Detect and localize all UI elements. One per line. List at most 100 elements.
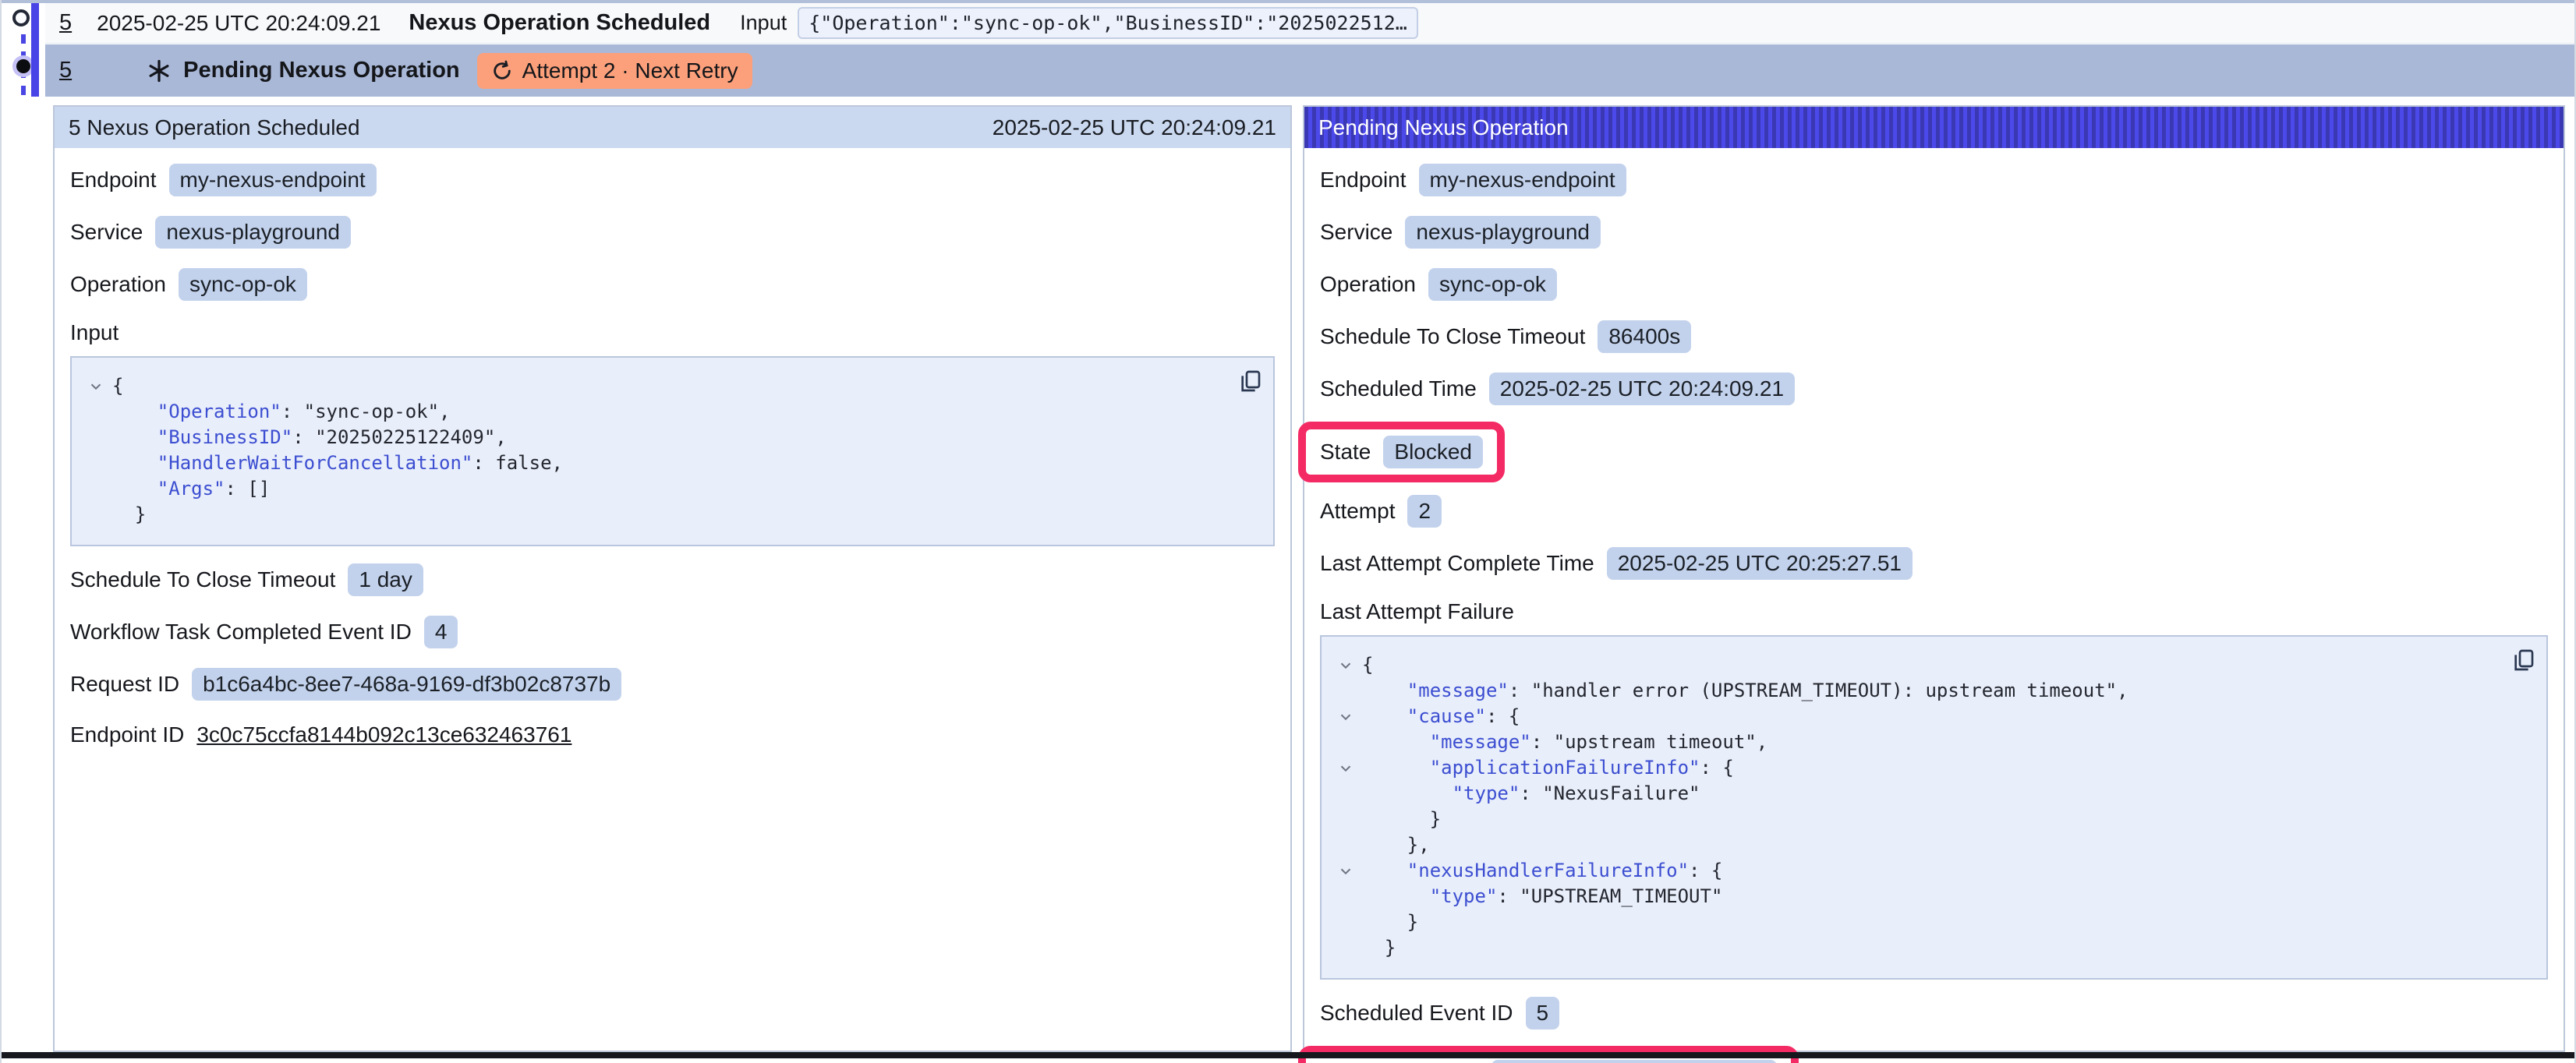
event-timestamp: 2025-02-25 UTC 20:24:09.21 bbox=[97, 11, 380, 36]
history-row-scheduled[interactable]: 5 2025-02-25 UTC 20:24:09.21 Nexus Opera… bbox=[45, 3, 2576, 44]
field-value-badge: 2025-02-25 UTC 20:25:27.51 bbox=[1607, 547, 1913, 580]
field-label: Endpoint bbox=[70, 168, 157, 192]
field-label: Last Attempt Failure bbox=[1320, 599, 2548, 624]
code-line: { bbox=[80, 373, 1223, 399]
field-label: Endpoint ID bbox=[70, 722, 184, 747]
field-label: Attempt bbox=[1320, 499, 1395, 524]
field-value-badge: Blocked bbox=[1383, 436, 1483, 468]
field-last-attempt-complete-time: Last Attempt Complete Time2025-02-25 UTC… bbox=[1320, 547, 2548, 580]
field-label: Input bbox=[70, 320, 1275, 345]
field-service: Service nexus-playground bbox=[70, 216, 1275, 249]
selected-range-bar bbox=[31, 3, 39, 97]
code-line: "applicationFailureInfo": { bbox=[1329, 755, 2496, 781]
code-line: "type": "UPSTREAM_TIMEOUT" bbox=[1329, 884, 2496, 909]
field-value-badge: 1 day bbox=[348, 563, 423, 596]
field-request-id: Request IDb1c6a4bc-8ee7-468a-9169-df3b02… bbox=[70, 668, 1275, 701]
field-value-badge: 4 bbox=[424, 616, 458, 648]
field-label: Operation bbox=[70, 272, 166, 297]
field-label: Schedule To Close Timeout bbox=[70, 567, 335, 592]
scheduled-panel-header: 5 Nexus Operation Scheduled 2025-02-25 U… bbox=[55, 107, 1290, 148]
field-label: Endpoint bbox=[1320, 168, 1407, 192]
retry-arrow-icon bbox=[491, 60, 513, 82]
field-endpoint-id: Endpoint ID 3c0c75ccfa8144b092c13ce632463… bbox=[70, 720, 1275, 750]
event-id-link[interactable]: 5 bbox=[59, 10, 72, 36]
code-line: "cause": { bbox=[1329, 704, 2496, 729]
field-value-badge: sync-op-ok bbox=[179, 268, 307, 301]
history-group-bottom-border bbox=[2, 1052, 2576, 1058]
field-state: State Blocked bbox=[1320, 422, 2548, 482]
json-viewer: { "message": "handler error (UPSTREAM_TI… bbox=[1320, 635, 2548, 980]
field-input: Input { "Operation": "sync-op-ok", "Busin… bbox=[70, 320, 1275, 546]
code-line: "nexusHandlerFailureInfo": { bbox=[1329, 858, 2496, 884]
code-line: } bbox=[1329, 807, 2496, 832]
event-history-view: 5 2025-02-25 UTC 20:24:09.21 Nexus Opera… bbox=[0, 0, 2576, 1063]
code-line: } bbox=[80, 502, 1223, 528]
circle-outline-icon bbox=[12, 9, 30, 26]
field-value-badge: 2025-02-25 UTC 20:24:09.21 bbox=[1489, 373, 1795, 405]
field-value-badge: nexus-playground bbox=[155, 216, 351, 249]
asterisk-icon bbox=[147, 59, 171, 83]
event-id-link[interactable]: 5 bbox=[59, 58, 72, 83]
code-line: "Args": [] bbox=[80, 476, 1223, 502]
chevron-down-icon[interactable] bbox=[1337, 760, 1354, 777]
code-line: } bbox=[1329, 935, 2496, 961]
field-schedule-to-close-timeout: Schedule To Close Timeout 86400s bbox=[1320, 320, 2548, 353]
field-service: Servicenexus-playground bbox=[1320, 216, 2548, 249]
field-value-link[interactable]: 3c0c75ccfa8144b092c13ce632463761 bbox=[196, 722, 571, 747]
field-scheduled-event-id: Scheduled Event ID 5 bbox=[1320, 997, 2548, 1029]
code-line: }, bbox=[1329, 832, 2496, 858]
dot-filled-icon bbox=[16, 59, 30, 73]
scheduled-event-panel: 5 Nexus Operation Scheduled 2025-02-25 U… bbox=[53, 105, 1292, 1052]
input-preview-badge: {"Operation":"sync-op-ok","BusinessID":"… bbox=[798, 7, 1418, 39]
field-value-badge: 2 bbox=[1407, 495, 1442, 528]
field-value-badge: 5 bbox=[1526, 997, 1560, 1029]
code-line: } bbox=[1329, 909, 2496, 935]
field-label: Workflow Task Completed Event ID bbox=[70, 620, 412, 645]
scheduled-panel-body: Endpoint my-nexus-endpoint Service nexus-pl… bbox=[55, 148, 1290, 750]
panel-title: 5 Nexus Operation Scheduled bbox=[69, 115, 360, 140]
event-title: Nexus Operation Scheduled bbox=[409, 10, 710, 36]
field-endpoint: Endpoint my-nexus-endpoint bbox=[70, 164, 1275, 196]
chevron-down-icon[interactable] bbox=[1337, 863, 1354, 880]
pending-panel-header: Pending Nexus Operation bbox=[1304, 107, 2564, 148]
copy-icon[interactable] bbox=[1237, 369, 1262, 396]
field-label: Scheduled Time bbox=[1320, 376, 1477, 401]
panel-title: Pending Nexus Operation bbox=[1318, 115, 1569, 140]
field-value-badge: sync-op-ok bbox=[1428, 268, 1557, 301]
field-last-attempt-failure: Last Attempt Failure { "message": "handle… bbox=[1320, 599, 2548, 980]
pending-operation-panel: Pending Nexus Operation Endpoint my-nexus… bbox=[1303, 105, 2565, 1052]
json-viewer: { "Operation": "sync-op-ok", "BusinessID… bbox=[70, 356, 1275, 546]
code-line: "BusinessID": "20250225122409", bbox=[80, 425, 1223, 450]
copy-icon[interactable] bbox=[2511, 648, 2535, 675]
field-label: Schedule To Close Timeout bbox=[1320, 324, 1585, 349]
pending-event-title: Pending Nexus Operation bbox=[183, 58, 460, 83]
pending-panel-body: Endpoint my-nexus-endpoint Servicenexus-pl… bbox=[1304, 148, 2564, 1063]
field-workflow-task-completed-event-id: Workflow Task Completed Event ID 4 bbox=[70, 616, 1275, 648]
annotation-highlight-box: State Blocked bbox=[1298, 422, 1505, 482]
chevron-down-icon[interactable] bbox=[1337, 657, 1354, 674]
chevron-down-icon[interactable] bbox=[87, 378, 104, 395]
panel-timestamp: 2025-02-25 UTC 20:24:09.21 bbox=[993, 115, 1276, 140]
field-label: Request ID bbox=[70, 672, 179, 697]
field-label: Operation bbox=[1320, 272, 1416, 297]
field-attempt: Attempt 2 bbox=[1320, 495, 2548, 528]
field-endpoint: Endpoint my-nexus-endpoint bbox=[1320, 164, 2548, 196]
field-scheduled-time: Scheduled Time 2025-02-25 UTC 20:24:09.21 bbox=[1320, 373, 2548, 405]
field-value-badge: my-nexus-endpoint bbox=[169, 164, 377, 196]
history-row-pending[interactable]: 5 Pending Nexus Operation Attempt 2 · Ne… bbox=[45, 44, 2576, 97]
code-line: "HandlerWaitForCancellation": false, bbox=[80, 450, 1223, 476]
retry-status-badge: Attempt 2 · Next Retry bbox=[477, 53, 752, 89]
input-label: Input bbox=[740, 11, 787, 35]
field-value-badge: 86400s bbox=[1598, 320, 1691, 353]
chevron-down-icon[interactable] bbox=[1337, 708, 1354, 726]
field-label: Service bbox=[70, 220, 143, 245]
field-value-badge: my-nexus-endpoint bbox=[1419, 164, 1626, 196]
field-label: Scheduled Event ID bbox=[1320, 1001, 1513, 1026]
code-line: "message": "handler error (UPSTREAM_TIME… bbox=[1329, 678, 2496, 704]
code-line: { bbox=[1329, 652, 2496, 678]
field-operation: Operation sync-op-ok bbox=[1320, 268, 2548, 301]
field-label: Service bbox=[1320, 220, 1392, 245]
field-label: State bbox=[1320, 440, 1371, 464]
field-value-badge: The circuit breaker is open. bbox=[1491, 1060, 1777, 1063]
code-line: "type": "NexusFailure" bbox=[1329, 781, 2496, 807]
